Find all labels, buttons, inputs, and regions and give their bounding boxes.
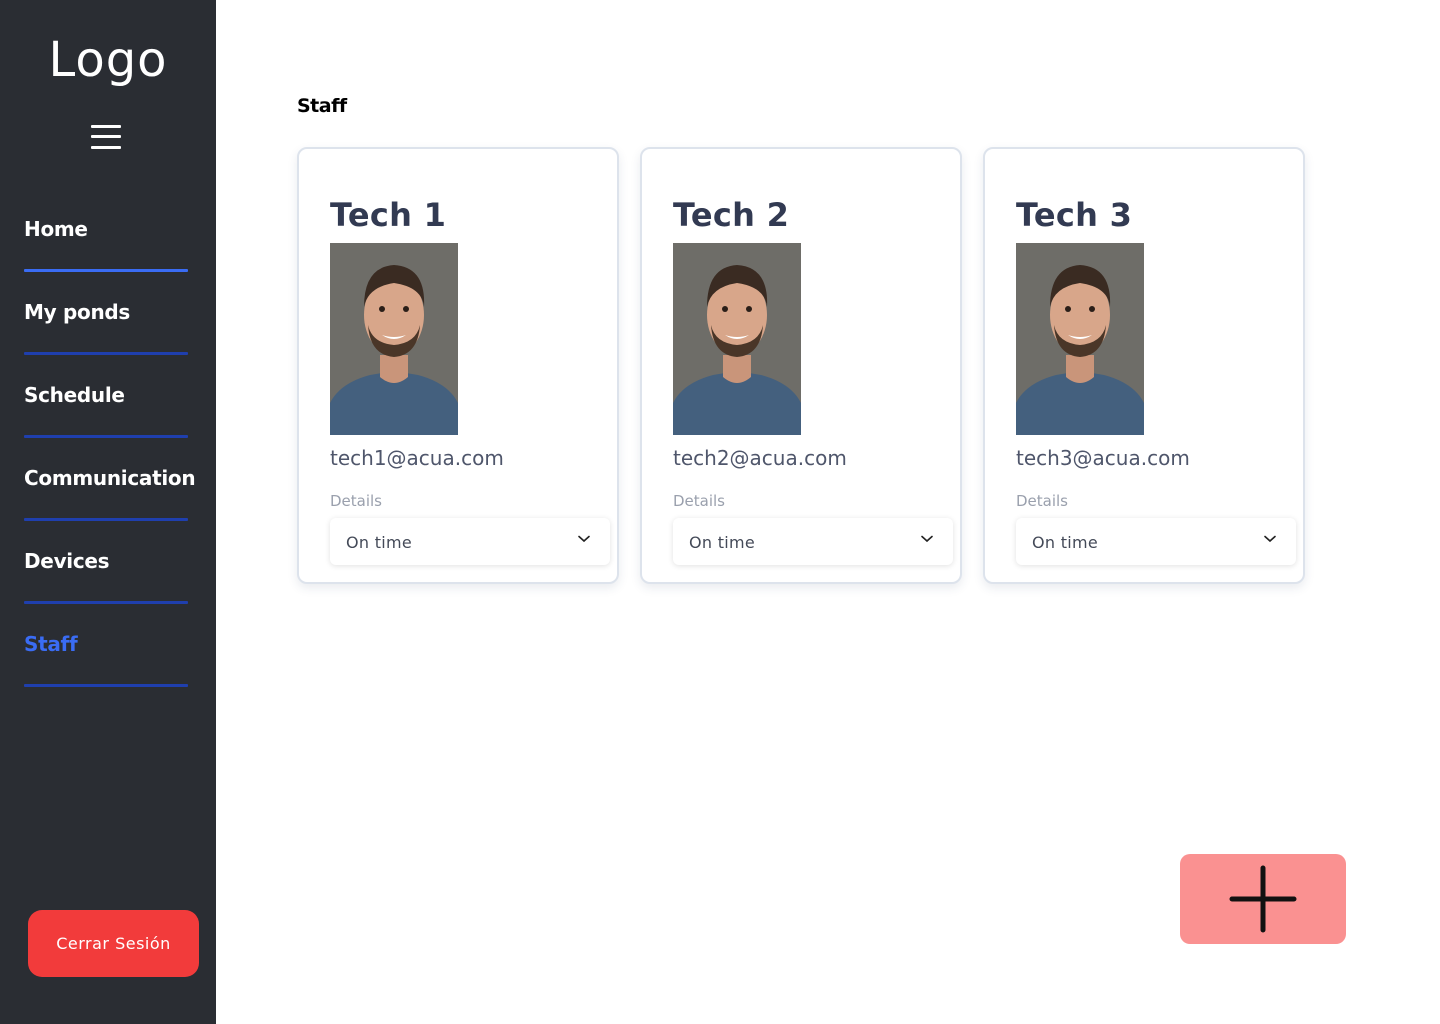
sidebar-item-label: Home [24,217,88,241]
staff-photo [1016,243,1144,435]
nav-divider [24,601,188,604]
status-dropdown[interactable]: On time [330,518,610,565]
sidebar-item-label: Communication [24,466,196,490]
details-label: Details [1016,492,1069,510]
page-title: Staff [297,95,347,117]
chevron-down-icon [1264,535,1276,543]
staff-photo [673,243,801,435]
add-staff-button[interactable] [1180,854,1346,944]
sidebar: Logo Home My ponds Schedule Communicatio… [0,0,216,1024]
logout-button[interactable]: Cerrar Sesión [28,910,199,977]
staff-card: Tech 1 tech1@acua.com Details On time [297,147,619,584]
sidebar-item-label: Staff [24,632,78,656]
staff-name: Tech 2 [673,196,790,234]
status-dropdown[interactable]: On time [673,518,953,565]
chevron-down-icon [578,535,590,543]
hamburger-menu-icon[interactable] [91,125,121,149]
sidebar-item-label: Schedule [24,383,125,407]
staff-email: tech2@acua.com [673,446,847,470]
nav-divider [24,435,188,438]
nav-divider [24,352,188,355]
nav-divider [24,269,188,272]
plus-icon [1229,865,1297,933]
status-value: On time [689,533,756,552]
sidebar-item-staff[interactable]: Staff [24,615,188,698]
staff-email: tech1@acua.com [330,446,504,470]
sidebar-item-devices[interactable]: Devices [24,532,188,615]
sidebar-item-communication[interactable]: Communication [24,449,196,532]
staff-card: Tech 3 tech3@acua.com Details On time [983,147,1305,584]
sidebar-item-label: My ponds [24,300,131,324]
status-dropdown[interactable]: On time [1016,518,1296,565]
staff-photo [330,243,458,435]
staff-name: Tech 1 [330,196,447,234]
nav-divider [24,518,188,521]
details-label: Details [330,492,383,510]
details-label: Details [673,492,726,510]
staff-name: Tech 3 [1016,196,1133,234]
logo: Logo [48,32,168,88]
staff-card: Tech 2 tech2@acua.com Details On time [640,147,962,584]
status-value: On time [1032,533,1099,552]
nav-divider [24,684,188,687]
sidebar-item-schedule[interactable]: Schedule [24,366,188,449]
chevron-down-icon [921,535,933,543]
staff-email: tech3@acua.com [1016,446,1190,470]
status-value: On time [346,533,413,552]
sidebar-item-label: Devices [24,549,110,573]
sidebar-nav: Home My ponds Schedule Communication Dev… [24,200,196,698]
sidebar-item-home[interactable]: Home [24,200,188,283]
sidebar-item-my-ponds[interactable]: My ponds [24,283,188,366]
